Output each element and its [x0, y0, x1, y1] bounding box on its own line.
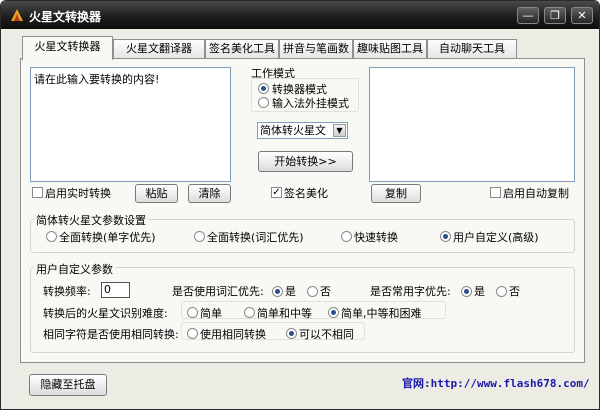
start-convert-button[interactable]: 开始转换>> — [258, 151, 353, 172]
tab-label: 拼音与笔画数 — [283, 42, 349, 55]
button-label: 复制 — [385, 187, 407, 200]
radio-option-label: 简单和中等 — [257, 307, 312, 320]
website-label: 官网: — [402, 377, 431, 390]
close-icon[interactable]: ✕ — [571, 7, 593, 24]
difficulty-label: 转换后的火星文识别难度: — [43, 307, 168, 320]
button-label: 清除 — [198, 187, 221, 200]
param-option-label: 快速转换 — [354, 231, 398, 244]
phrase-radio-yes[interactable] — [272, 286, 283, 297]
app-icon — [11, 9, 23, 21]
realtime-checkbox[interactable] — [32, 187, 43, 198]
tab-converter[interactable]: 火星文转换器 — [22, 36, 113, 60]
tab-label: 自动聊天工具 — [439, 42, 505, 55]
same-radio-identical[interactable] — [187, 328, 198, 339]
button-label: 开始转换>> — [274, 155, 337, 168]
tab-sticker[interactable]: 趣味贴图工具 — [353, 39, 427, 59]
button-label: 隐藏至托盘 — [40, 378, 96, 391]
mode-option-label: 输入法外挂模式 — [272, 97, 349, 110]
param-option-label: 全面转换(单字优先) — [59, 231, 156, 244]
tab-signature[interactable]: 签名美化工具 — [205, 39, 279, 59]
select-value: 简体转火星文 — [260, 124, 326, 137]
radio-option-label: 否 — [509, 285, 520, 298]
signature-label: 签名美化 — [284, 187, 328, 200]
param-radio-single[interactable] — [46, 231, 57, 242]
website-link[interactable]: 官网:http://www.flash678.com/ — [402, 375, 590, 391]
hide-to-tray-button[interactable]: 隐藏至托盘 — [29, 374, 107, 396]
difficulty-radio-hard[interactable] — [328, 307, 339, 318]
convert-direction-select[interactable]: 简体转火星文 ▼ — [257, 122, 348, 139]
difficulty-radio-medium[interactable] — [244, 307, 255, 318]
input-text: 请在此输入要转换的内容! — [34, 73, 160, 86]
output-textarea[interactable] — [369, 67, 575, 182]
radio-option-label: 简单 — [200, 307, 222, 320]
same-conversion-label: 相同字符是否使用相同转换: — [43, 328, 179, 341]
common-radio-no[interactable] — [496, 286, 507, 297]
input-textarea[interactable]: 请在此输入要转换的内容! — [30, 67, 231, 182]
radio-option-label: 简单,中等和困难 — [341, 307, 422, 320]
button-label: 粘贴 — [145, 187, 168, 200]
difficulty-radio-easy[interactable] — [187, 307, 198, 318]
radio-option-label: 可以不相同 — [299, 328, 354, 341]
tab-label: 趣味贴图工具 — [357, 42, 423, 55]
radio-option-label: 使用相同转换 — [200, 328, 266, 341]
copy-button[interactable]: 复制 — [371, 184, 421, 203]
tab-label: 签名美化工具 — [209, 42, 275, 55]
radio-option-label: 是 — [474, 285, 485, 298]
realtime-label: 启用实时转换 — [45, 187, 111, 200]
radio-option-label: 否 — [320, 285, 331, 298]
autocopy-label: 启用自动复制 — [503, 187, 569, 200]
param-radio-fast[interactable] — [341, 231, 352, 242]
param-radio-custom[interactable] — [440, 231, 451, 242]
autocopy-checkbox[interactable] — [490, 187, 501, 198]
radio-option-label: 是 — [285, 285, 296, 298]
frequency-input[interactable]: 0 — [101, 282, 130, 298]
website-url: http://www.flash678.com/ — [430, 377, 590, 390]
clear-button[interactable]: 清除 — [188, 184, 231, 203]
tab-label: 火星文转换器 — [34, 40, 101, 53]
tab-panel: 请在此输入要转换的内容! 工作模式 转换器模式 输入法外挂模式 简体转火星文 ▼… — [20, 58, 585, 363]
minimize-icon[interactable]: — — [517, 7, 539, 24]
param-radio-phrase[interactable] — [194, 231, 205, 242]
custom-params-title: 用户自定义参数 — [34, 261, 115, 277]
tab-autochat[interactable]: 自动聊天工具 — [427, 39, 517, 59]
tab-translator[interactable]: 火星文翻译器 — [113, 39, 205, 59]
tab-pinyin[interactable]: 拼音与笔画数 — [279, 39, 353, 59]
title-bar[interactable]: 火星文转换器 — ❐ ✕ — [1, 1, 599, 29]
frequency-value: 0 — [104, 283, 111, 296]
common-radio-yes[interactable] — [461, 286, 472, 297]
frequency-label: 转换频率: — [43, 285, 91, 298]
common-priority-label: 是否常用字优先: — [370, 285, 451, 298]
param-option-label: 全面转换(词汇优先) — [207, 231, 304, 244]
mode-radio-ime[interactable] — [258, 97, 269, 108]
paste-button[interactable]: 粘贴 — [135, 184, 178, 203]
param-option-label: 用户自定义(高级) — [453, 231, 539, 244]
phrase-radio-no[interactable] — [307, 286, 318, 297]
phrase-priority-label: 是否使用词汇优先: — [172, 285, 264, 298]
window-title: 火星文转换器 — [29, 10, 102, 24]
tab-label: 火星文翻译器 — [126, 42, 192, 55]
app-window: 火星文转换器 — ❐ ✕ 火星文转换器 火星文翻译器 签名美化工具 拼音与笔画数… — [0, 0, 600, 410]
same-radio-different[interactable] — [286, 328, 297, 339]
mode-radio-converter[interactable] — [258, 83, 269, 94]
signature-checkbox[interactable]: ✓ — [271, 187, 282, 198]
restore-icon[interactable]: ❐ — [544, 7, 566, 24]
params-group-title: 简体转火星文参数设置 — [34, 212, 148, 228]
chevron-down-icon[interactable]: ▼ — [333, 124, 346, 137]
